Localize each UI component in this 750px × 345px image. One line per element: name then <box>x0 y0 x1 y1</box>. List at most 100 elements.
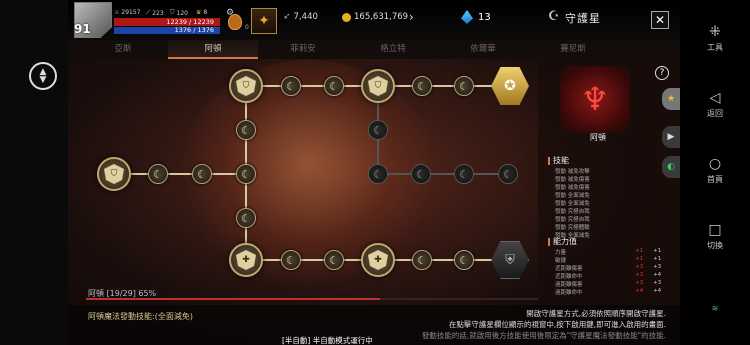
crescent-moon-icon: ☾ <box>241 167 251 181</box>
left-rail: ▲ ▼ <box>0 0 68 345</box>
notice-line: 開啟守護星方式,必須依照順序開啟守護星. <box>526 309 666 318</box>
back-triangle-icon: ◁ <box>709 90 721 106</box>
close-button[interactable]: ✕ <box>651 11 669 29</box>
stat-attack: ⚔ 29157 <box>114 9 141 16</box>
crescent-moon-icon: ☾ <box>286 253 296 267</box>
tree-node[interactable]: ☾ <box>324 76 344 96</box>
crescent-moon-icon: ☾ <box>329 253 339 267</box>
blade-icon: ⟋ <box>146 9 151 16</box>
notice-text: 開啟守護星方式,必須依照順序開啟守護星. 在點擊守護星欄位顯示的視窗中,按下啟用… <box>422 308 666 341</box>
star-icon: ★ <box>666 94 676 104</box>
tree-node[interactable]: ☾ <box>281 250 301 270</box>
star-icon: ✪ <box>504 78 516 94</box>
tree-node[interactable]: ☾ <box>454 250 474 270</box>
notice-line: 在點擊守護星欄位顯示的視窗中,按下啟用鍵,即可進入啟用的畫面. <box>448 320 666 329</box>
move-joystick-icon[interactable]: ▲ ▼ <box>29 62 57 90</box>
grid-icon: ⁜ <box>709 24 721 40</box>
progress-fill <box>86 298 380 300</box>
system-sidebar: ⁜ 工具 ◁ 返回 ○ 首頁 □ 切換 ≋ <box>680 0 750 345</box>
next-side-button[interactable]: ▶ <box>662 126 680 148</box>
ability-row: 近距離命中 +3 +4 <box>555 272 662 280</box>
refresh-side-button[interactable]: ◐ <box>662 156 680 178</box>
tools-button[interactable]: ⁜ 工具 <box>680 24 750 53</box>
tree-node[interactable]: ✚ <box>361 243 395 277</box>
feather-icon: ➶ <box>283 12 291 22</box>
potion-icon[interactable] <box>228 14 242 30</box>
refresh-icon: ◐ <box>667 162 675 172</box>
crescent-moon-icon: ☾ <box>459 79 469 93</box>
square-icon: □ <box>708 222 722 238</box>
crescent-moon-icon: ☾ <box>417 253 427 267</box>
tree-node[interactable]: ☾ <box>236 164 256 184</box>
shield-emblem-icon: ⛉ <box>368 76 388 96</box>
crescent-moon-icon: ☾ <box>417 79 427 93</box>
shield-emblem-icon: ⛉ <box>104 164 124 184</box>
cross-emblem-icon: ✚ <box>368 250 388 270</box>
ability-row: 遠距離命中 +4 +4 <box>555 288 662 296</box>
tree-node[interactable]: ☾ <box>236 120 256 140</box>
home-button[interactable]: ○ 首頁 <box>680 156 750 185</box>
hp-bar: 12239 / 12239 <box>114 18 220 26</box>
crescent-moon-icon: ☾ <box>153 167 163 181</box>
tree-node[interactable]: ☾ <box>192 164 212 184</box>
tree-node-locked[interactable]: ☾ <box>368 164 388 184</box>
gold-currency: 165,631,769 <box>342 12 408 22</box>
tab-5[interactable]: 依爾華 <box>438 40 528 59</box>
tab-3[interactable]: 菲莉安 <box>258 40 348 59</box>
flame-crest-icon: ♆ <box>560 66 630 132</box>
favorite-side-button[interactable]: ★ <box>662 88 680 110</box>
tree-node[interactable]: ☾ <box>454 76 474 96</box>
progress-bar <box>86 298 538 300</box>
tab-6[interactable]: 賽尼斯 <box>528 40 618 59</box>
potion-count: 0 <box>245 24 249 31</box>
tab-4[interactable]: 格立特 <box>348 40 438 59</box>
tree-node-locked[interactable]: ☾ <box>454 164 474 184</box>
tree-node[interactable]: ⛉ <box>361 69 395 103</box>
tree-node-locked[interactable]: ☾ <box>411 164 431 184</box>
gem-count: 13 <box>478 12 491 23</box>
skill-line: 阿頓魔法發動技能:(全面減免) <box>88 312 193 321</box>
top-hud: 91 ⚔ 29157 ⟋ 223 ⛉ 120 ♛ 8 12239 / 12239 137… <box>68 0 680 40</box>
skill-slot-icon[interactable]: ✦ <box>251 8 277 34</box>
crescent-moon-icon: ☾ <box>503 167 513 181</box>
ability-row: 力量 +1 +1 <box>555 248 662 256</box>
constellation-tree: ⛉ ☾ ☾ ⛉ ☾ ☾ ✪ ☾ ☾ ⛉ ☾ ☾ ☾ ☾ ☾ ☾ ☾ ☾ ✚ ☾ … <box>68 60 538 300</box>
tree-node-root[interactable]: ⛉ <box>97 157 131 191</box>
crescent-moon-icon: ☾ <box>197 167 207 181</box>
tree-node[interactable]: ☾ <box>324 250 344 270</box>
tree-node[interactable]: ☾ <box>412 250 432 270</box>
tab-2[interactable]: 阿頓 <box>168 40 258 59</box>
skill-item: 發動 究極體驗 <box>555 225 590 231</box>
switch-button[interactable]: □ 切換 <box>680 222 750 251</box>
tree-node[interactable]: ☾ <box>412 76 432 96</box>
tree-node[interactable]: ☾ <box>281 76 301 96</box>
tab-1[interactable]: 亞斯 <box>78 40 168 59</box>
tree-node[interactable]: ⛉ <box>229 69 263 103</box>
skill-item: 發動 全面減免 <box>555 193 590 199</box>
tree-node[interactable]: ✚ <box>229 243 263 277</box>
crown-icon: ♛ <box>196 9 202 16</box>
tree-node-locked[interactable]: ☾ <box>368 120 388 140</box>
crescent-moon-icon: ☾ <box>459 253 469 267</box>
crescent-moon-icon: ☾ <box>286 79 296 93</box>
tree-node-locked[interactable]: ☾ <box>498 164 518 184</box>
skill-item: 發動 減免傷害 <box>555 185 590 191</box>
tree-node[interactable]: ☾ <box>236 208 256 228</box>
stat-level: ⟋ 223 <box>146 9 164 17</box>
back-button[interactable]: ◁ 返回 <box>680 90 750 119</box>
mp-bar: 1376 / 1376 <box>114 27 220 34</box>
chevron-right-icon[interactable]: › <box>409 10 414 24</box>
stat-defense: ⛉ 120 <box>170 9 188 17</box>
ability-header: 能力值 <box>548 236 577 247</box>
crescent-moon-icon: ☾ <box>416 167 426 181</box>
ability-row: 遠距離傷害 +3 +3 <box>555 280 662 288</box>
window-title: 守護星 <box>565 12 601 25</box>
home-circle-icon: ○ <box>708 156 722 172</box>
skill-item: 發動 減免傷害 <box>555 177 590 183</box>
detail-panel: ♆ 阿頓 技能 發動 減免攻擊 發動 減免傷害 發動 減免傷害 發動 全面減免 … <box>538 60 680 305</box>
auto-mode-status: [半自動] 半自動模式運行中 <box>282 336 373 345</box>
star-sign-icon: ☪ <box>548 9 560 24</box>
tree-node[interactable]: ☾ <box>148 164 168 184</box>
crescent-moon-icon: ☾ <box>373 123 383 137</box>
help-button[interactable]: ? <box>655 66 669 80</box>
